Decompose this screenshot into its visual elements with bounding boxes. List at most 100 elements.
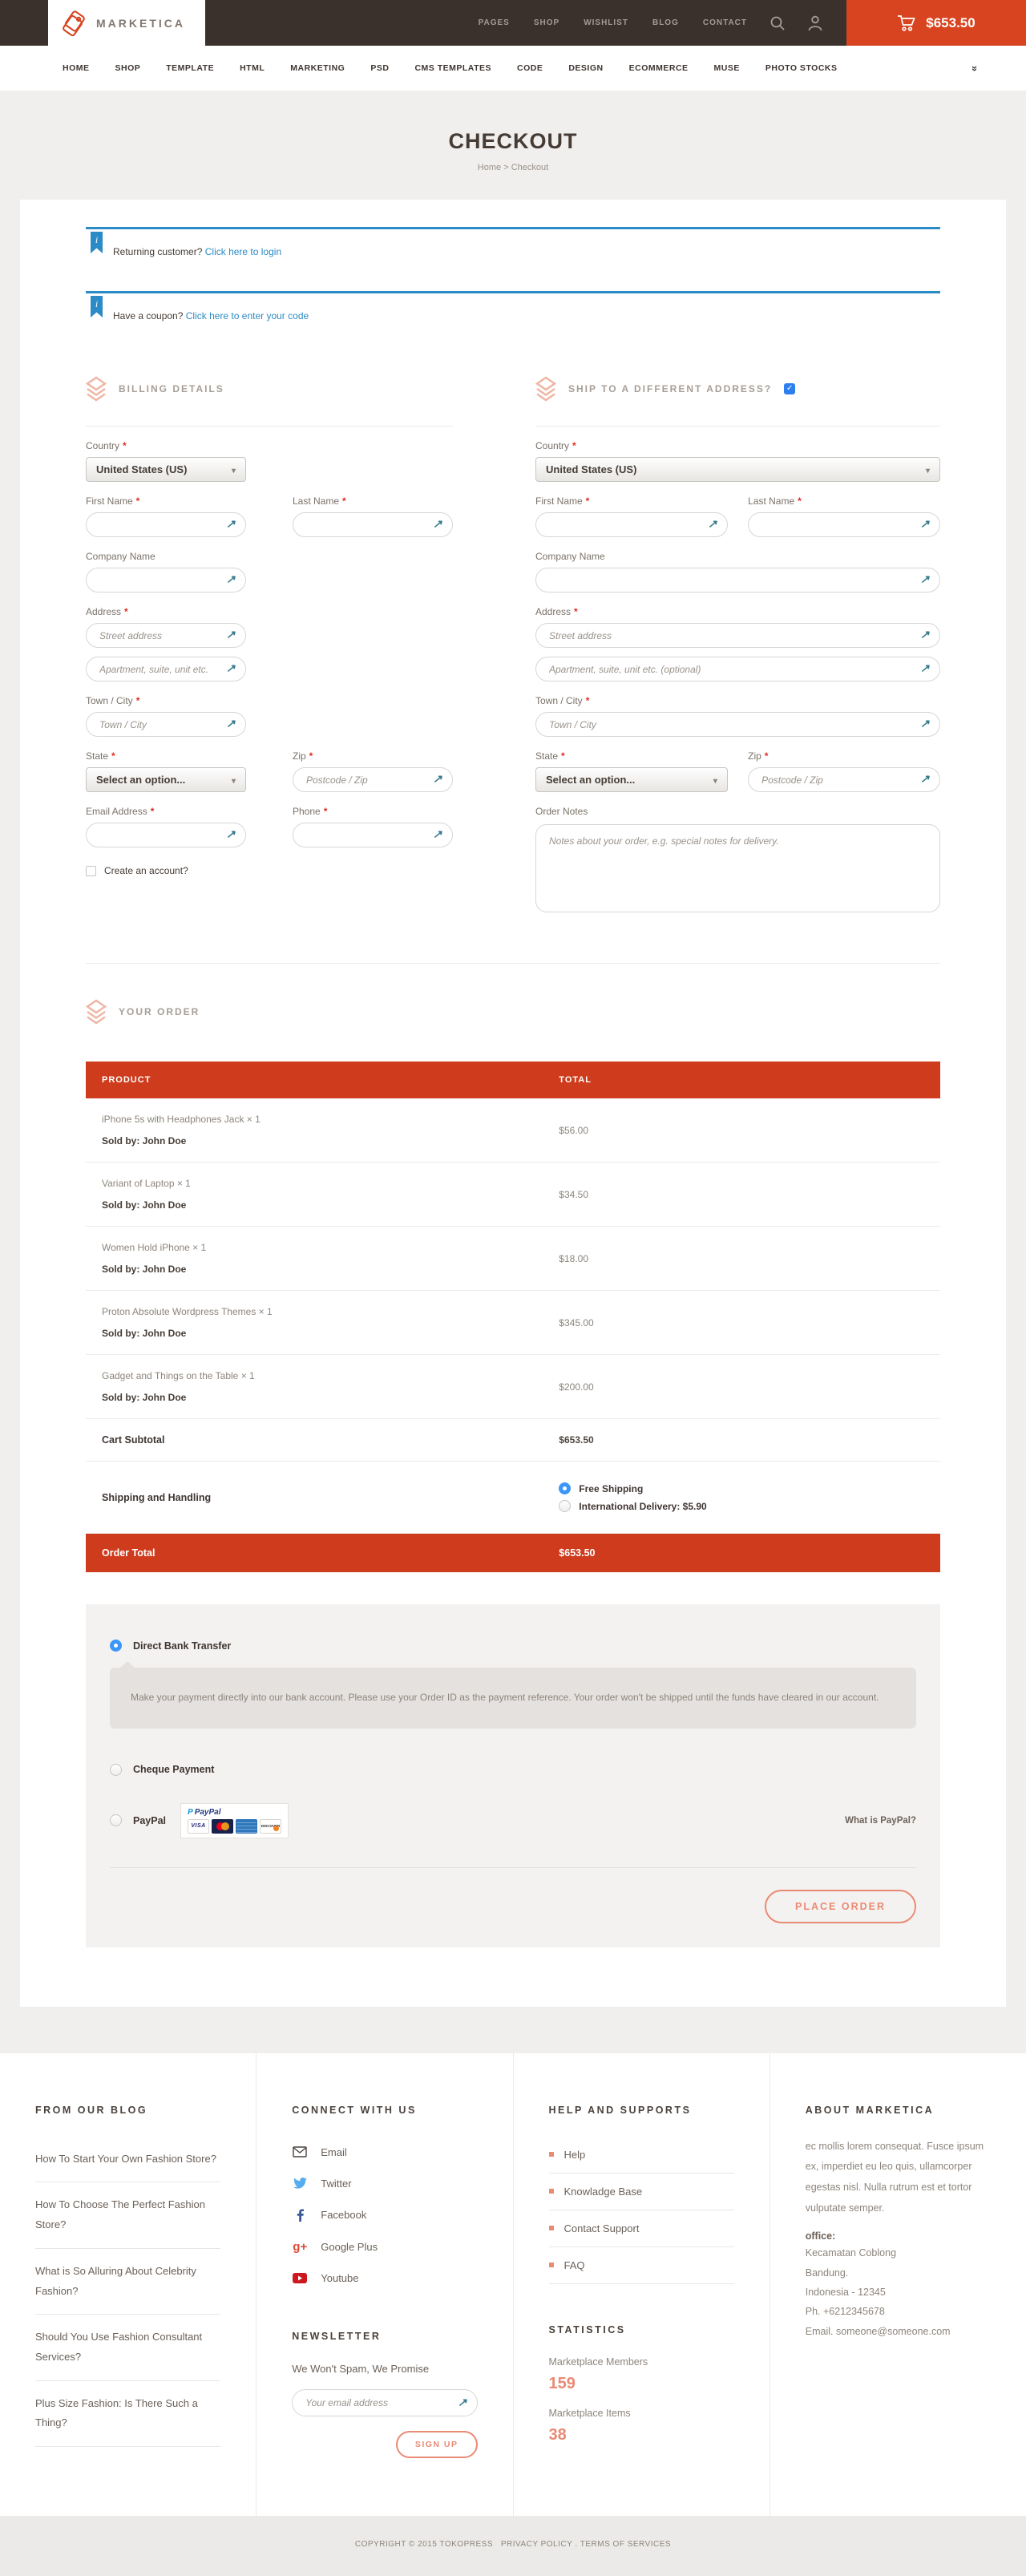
blog-post-link[interactable]: Should You Use Fashion Consultant Servic… — [35, 2315, 220, 2380]
free-shipping-option[interactable]: Free Shipping — [559, 1482, 924, 1494]
nav-blog[interactable]: BLOG — [652, 18, 679, 27]
blog-post-link[interactable]: How To Choose The Perfect Fashion Store? — [35, 2182, 220, 2248]
nav-wishlist[interactable]: WISHLIST — [584, 18, 628, 27]
nav-pages[interactable]: PAGES — [479, 18, 510, 27]
nav-contact[interactable]: CONTACT — [703, 18, 747, 27]
billing-town-input[interactable] — [86, 712, 246, 737]
product-total: $18.00 — [543, 1227, 940, 1291]
office-label: office: — [806, 2230, 991, 2242]
product-total: $56.00 — [543, 1098, 940, 1163]
shipping-apartment-input[interactable] — [535, 657, 940, 681]
blog-post-link[interactable]: Plus Size Fashion: Is There Such a Thing… — [35, 2381, 220, 2447]
required-star: * — [136, 495, 140, 507]
billing-zip-input[interactable] — [293, 767, 453, 792]
social-link-email[interactable]: Email — [292, 2137, 477, 2168]
breadcrumb-home[interactable]: Home — [478, 163, 501, 172]
catnav-psd[interactable]: PSD — [370, 63, 389, 73]
cart-button[interactable]: $653.50 — [846, 0, 1026, 46]
social-link-youtube[interactable]: Youtube — [292, 2263, 477, 2294]
shipping-country-select[interactable]: United States (US) — [535, 457, 940, 482]
catnav-template[interactable]: TEMPLATE — [166, 63, 214, 73]
social-link-twitter[interactable]: Twitter — [292, 2168, 477, 2199]
order-total-label: Order Total — [86, 1534, 543, 1573]
catnav-cms-templates[interactable]: CMS TEMPLATES — [414, 63, 491, 73]
billing-last-name-input[interactable] — [293, 512, 453, 537]
catnav-marketing[interactable]: MARKETING — [290, 63, 345, 73]
product-name: iPhone 5s with Headphones Jack × 1 — [102, 1114, 527, 1125]
faq-link[interactable]: FAQ — [549, 2247, 734, 2284]
payment-bank-transfer-option[interactable]: Direct Bank Transfer — [110, 1640, 916, 1652]
international-delivery-option[interactable]: International Delivery: $5.90 — [559, 1500, 924, 1512]
product-name: Women Hold iPhone × 1 — [102, 1242, 527, 1253]
contact-support-link[interactable]: Contact Support — [549, 2210, 734, 2247]
what-is-paypal-link[interactable]: What is PayPal? — [845, 1816, 916, 1826]
required-star: * — [324, 806, 328, 817]
search-icon[interactable] — [770, 0, 786, 46]
privacy-policy-link[interactable]: PRIVACY POLICY — [501, 2540, 572, 2549]
user-icon[interactable] — [808, 0, 822, 46]
catnav-shop[interactable]: SHOP — [115, 63, 141, 73]
breadcrumb-current: Checkout — [511, 163, 548, 172]
bullet-icon — [549, 2263, 554, 2267]
billing-apartment-input[interactable] — [86, 657, 246, 681]
radio-unselected-icon — [559, 1500, 571, 1512]
shipping-company-input[interactable] — [535, 568, 940, 592]
create-account-checkbox[interactable]: Create an account? — [86, 865, 453, 876]
newsletter-text: We Won't Spam, We Promise — [292, 2363, 477, 2375]
catnav-code[interactable]: CODE — [517, 63, 543, 73]
info-icon: i — [91, 296, 103, 317]
billing-street-input[interactable] — [86, 623, 246, 648]
catnav-photo-stocks[interactable]: PHOTO STOCKS — [765, 63, 838, 73]
blog-post-link[interactable]: How To Start Your Own Fashion Store? — [35, 2137, 220, 2183]
catnav-design[interactable]: DESIGN — [568, 63, 603, 73]
social-link-facebook[interactable]: Facebook — [292, 2199, 477, 2231]
shipping-street-input[interactable] — [535, 623, 940, 648]
coupon-notice: i Have a coupon? Click here to enter you… — [86, 291, 940, 341]
shipping-first-name-input[interactable] — [535, 512, 728, 537]
social-link-google-plus[interactable]: g+ Google Plus — [292, 2231, 477, 2263]
total-column-header: TOTAL — [543, 1062, 940, 1098]
help-link[interactable]: Help — [549, 2137, 734, 2174]
shipping-town-input[interactable] — [535, 712, 940, 737]
checkout-card: i Returning customer? Click here to logi… — [20, 200, 1006, 2007]
billing-state-select[interactable]: Select an option... — [86, 767, 246, 792]
cart-icon — [897, 14, 916, 32]
billing-phone-input[interactable] — [293, 823, 453, 847]
login-link[interactable]: Click here to login — [205, 246, 281, 257]
newsletter-signup-button[interactable]: SIGN UP — [396, 2431, 478, 2458]
place-order-button[interactable]: PLACE ORDER — [765, 1890, 916, 1923]
billing-first-name-input[interactable] — [86, 512, 246, 537]
billing-country-select[interactable]: United States (US) — [86, 457, 246, 482]
payment-methods-box: Direct Bank Transfer Make your payment d… — [86, 1604, 940, 1947]
required-star: * — [123, 440, 127, 451]
catnav-ecommerce[interactable]: ECOMMERCE — [629, 63, 689, 73]
terms-link[interactable]: TERMS OF SERVICES — [580, 2540, 671, 2549]
shipping-zip-input[interactable] — [748, 767, 940, 792]
order-notes-textarea[interactable] — [535, 824, 940, 912]
cart-subtotal-row: Cart Subtotal $653.50 — [86, 1419, 940, 1462]
newsletter-email-input[interactable] — [292, 2389, 477, 2416]
shipping-state-select[interactable]: Select an option... — [535, 767, 728, 792]
footer-connect-column: CONNECT WITH US Email Twitter Facebook g… — [256, 2053, 512, 2516]
radio-unselected-icon[interactable] — [110, 1814, 122, 1826]
cart-total: $653.50 — [926, 15, 975, 31]
catnav-html[interactable]: HTML — [240, 63, 265, 73]
ship-to-different-checkbox[interactable] — [784, 383, 795, 394]
page-hero: CHECKOUT Home > Checkout — [0, 91, 1026, 172]
knowledge-base-link[interactable]: Knowladge Base — [549, 2174, 734, 2210]
chevron-double-down-icon[interactable]: » — [969, 65, 981, 71]
billing-email-input[interactable] — [86, 823, 246, 847]
brand-logo[interactable]: MARKETICA — [48, 0, 205, 46]
billing-company-input[interactable] — [86, 568, 246, 592]
blog-post-link[interactable]: What is So Alluring About Celebrity Fash… — [35, 2249, 220, 2315]
nav-shop[interactable]: SHOP — [534, 18, 559, 27]
coupon-link[interactable]: Click here to enter your code — [186, 310, 309, 321]
shipping-last-name-input[interactable] — [748, 512, 940, 537]
catnav-muse[interactable]: MUSE — [714, 63, 740, 73]
billing-last-name-label: Last Name* — [293, 495, 453, 507]
catnav-home[interactable]: HOME — [63, 63, 90, 73]
shipping-zip-label: Zip* — [748, 750, 940, 762]
email-icon — [292, 2146, 308, 2157]
order-item-row: Gadget and Things on the Table × 1 Sold … — [86, 1355, 940, 1419]
payment-cheque-option[interactable]: Cheque Payment — [110, 1764, 916, 1776]
